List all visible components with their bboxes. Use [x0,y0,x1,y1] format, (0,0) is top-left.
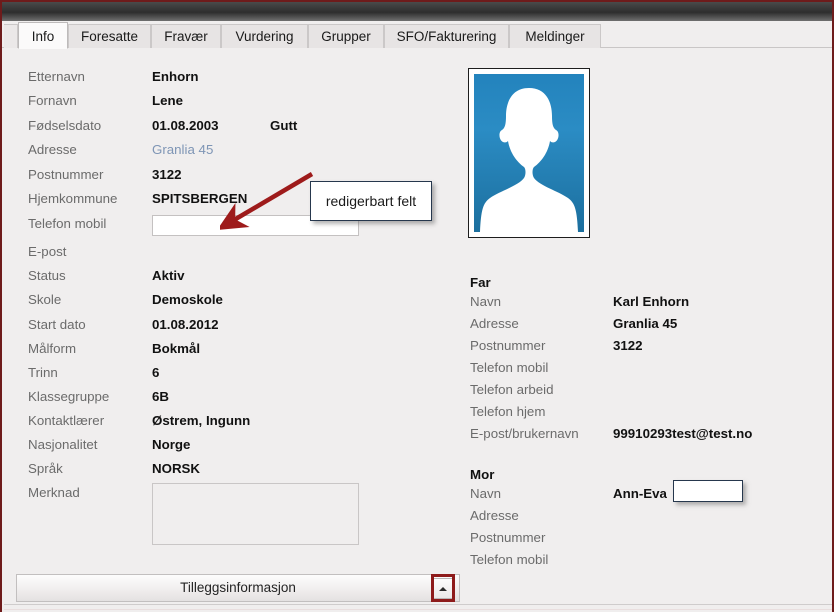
field-label-etternavn: Etternavn [28,69,85,84]
field-label-kontaktlaerer: Kontaktlærer [28,413,105,428]
field-label-trinn: Trinn [28,365,58,380]
field-value-adresse[interactable]: Granlia 45 [152,140,213,160]
tab-meldinger[interactable]: Meldinger [509,24,601,48]
field-label-skole: Skole [28,292,62,307]
far-value-postnummer: 3122 [613,338,643,353]
field-label-fornavn: Fornavn [28,93,77,108]
merknad-textarea[interactable] [152,483,359,545]
far-value-epost-brukernavn: 99910293test@test.no [613,426,753,441]
field-value-hjemkommune: SPITSBERGEN [152,191,248,206]
annotation-callout-label: redigerbart felt [325,193,417,209]
tab-vurdering[interactable]: Vurdering [221,24,308,48]
field-label-start-dato: Start dato [28,317,86,332]
field-label-sprak: Språk [28,461,63,476]
footer-divider-secondary [4,609,832,610]
field-value-klassegruppe: 6B [152,389,169,404]
tilleggsinformasjon-label: Tilleggsinformasjon [180,580,296,595]
tab-info[interactable]: Info [18,22,68,49]
far-label-telefon-arbeid: Telefon arbeid [470,382,554,397]
field-value-etternavn: Enhorn [152,69,199,84]
field-value-status: Aktiv [152,268,185,283]
info-panel: Etternavn Enhorn Fornavn Lene Fødselsdat… [2,48,832,568]
expander-toggle-button[interactable] [432,578,454,599]
student-photo [468,68,590,238]
tab-sfo-fakturering-label: SFO/Fakturering [396,29,497,44]
tab-foresatte-label: Foresatte [80,29,139,44]
tab-bar: Info Foresatte Fravær Vurdering Grupper … [2,21,832,49]
field-label-nasjonalitet: Nasjonalitet [28,437,98,452]
field-value-trinn: 6 [152,365,160,380]
tab-foresatte[interactable]: Foresatte [68,24,151,48]
far-label-telefon-hjem: Telefon hjem [470,404,546,419]
field-value-kontaktlaerer: Østrem, Ingunn [152,413,251,428]
mor-value-navn: Ann-Eva [613,486,667,501]
field-label-malform: Målform [28,341,77,356]
far-label-adresse: Adresse [470,316,519,331]
field-value-fodselsdato: 01.08.2003 [152,118,219,133]
field-value-start-dato: 01.08.2012 [152,317,219,332]
field-label-status: Status [28,268,66,283]
mor-label-adresse: Adresse [470,508,519,523]
mor-navn-redaction-box [673,480,743,502]
field-value-kjonn: Gutt [270,118,298,133]
mor-label-postnummer: Postnummer [470,530,546,545]
annotation-callout: redigerbart felt [310,181,432,221]
far-label-postnummer: Postnummer [470,338,546,353]
tab-grupper-label: Grupper [321,29,371,44]
far-label-epost-brukernavn: E-post/brukernavn [470,426,579,441]
mor-label-navn: Navn [470,486,502,501]
field-label-hjemkommune: Hjemkommune [28,191,118,206]
far-label-navn: Navn [470,294,502,309]
tab-vurdering-label: Vurdering [235,29,294,44]
tab-fravaer[interactable]: Fravær [151,24,221,48]
field-value-skole: Demoskole [152,292,223,307]
field-label-epost: E-post [28,244,67,259]
field-label-telefon-mobil: Telefon mobil [28,216,107,231]
window-titlebar [2,0,832,21]
field-value-malform: Bokmål [152,341,201,356]
chevron-up-icon [439,586,447,591]
tab-meldinger-label: Meldinger [525,29,585,44]
tab-fravaer-label: Fravær [164,29,208,44]
tab-info-label: Info [31,29,55,44]
far-value-adresse: Granlia 45 [613,316,678,331]
field-value-nasjonalitet: Norge [152,437,191,452]
tilleggsinformasjon-bar[interactable]: Tilleggsinformasjon [16,574,460,602]
field-label-merknad: Merknad [28,485,80,500]
application-window: Info Foresatte Fravær Vurdering Grupper … [0,0,834,612]
tab-grupper[interactable]: Grupper [308,24,384,48]
far-label-telefon-mobil: Telefon mobil [470,360,549,375]
person-silhouette-icon [474,74,584,232]
field-value-sprak: NORSK [152,461,201,476]
guardian-heading-far: Far [470,275,491,290]
field-value-postnummer: 3122 [152,167,182,182]
far-value-navn: Karl Enhorn [613,294,690,309]
tab-strip-edge-stub [4,24,18,48]
guardian-heading-mor: Mor [470,467,495,482]
footer-divider [4,604,832,605]
field-label-klassegruppe: Klassegruppe [28,389,110,404]
field-label-fodselsdato: Fødselsdato [28,118,102,133]
field-value-fornavn: Lene [152,93,184,108]
field-label-adresse: Adresse [28,142,77,157]
field-label-postnummer: Postnummer [28,167,104,182]
tab-sfo-fakturering[interactable]: SFO/Fakturering [384,24,509,48]
mor-label-telefon-mobil: Telefon mobil [470,552,549,567]
